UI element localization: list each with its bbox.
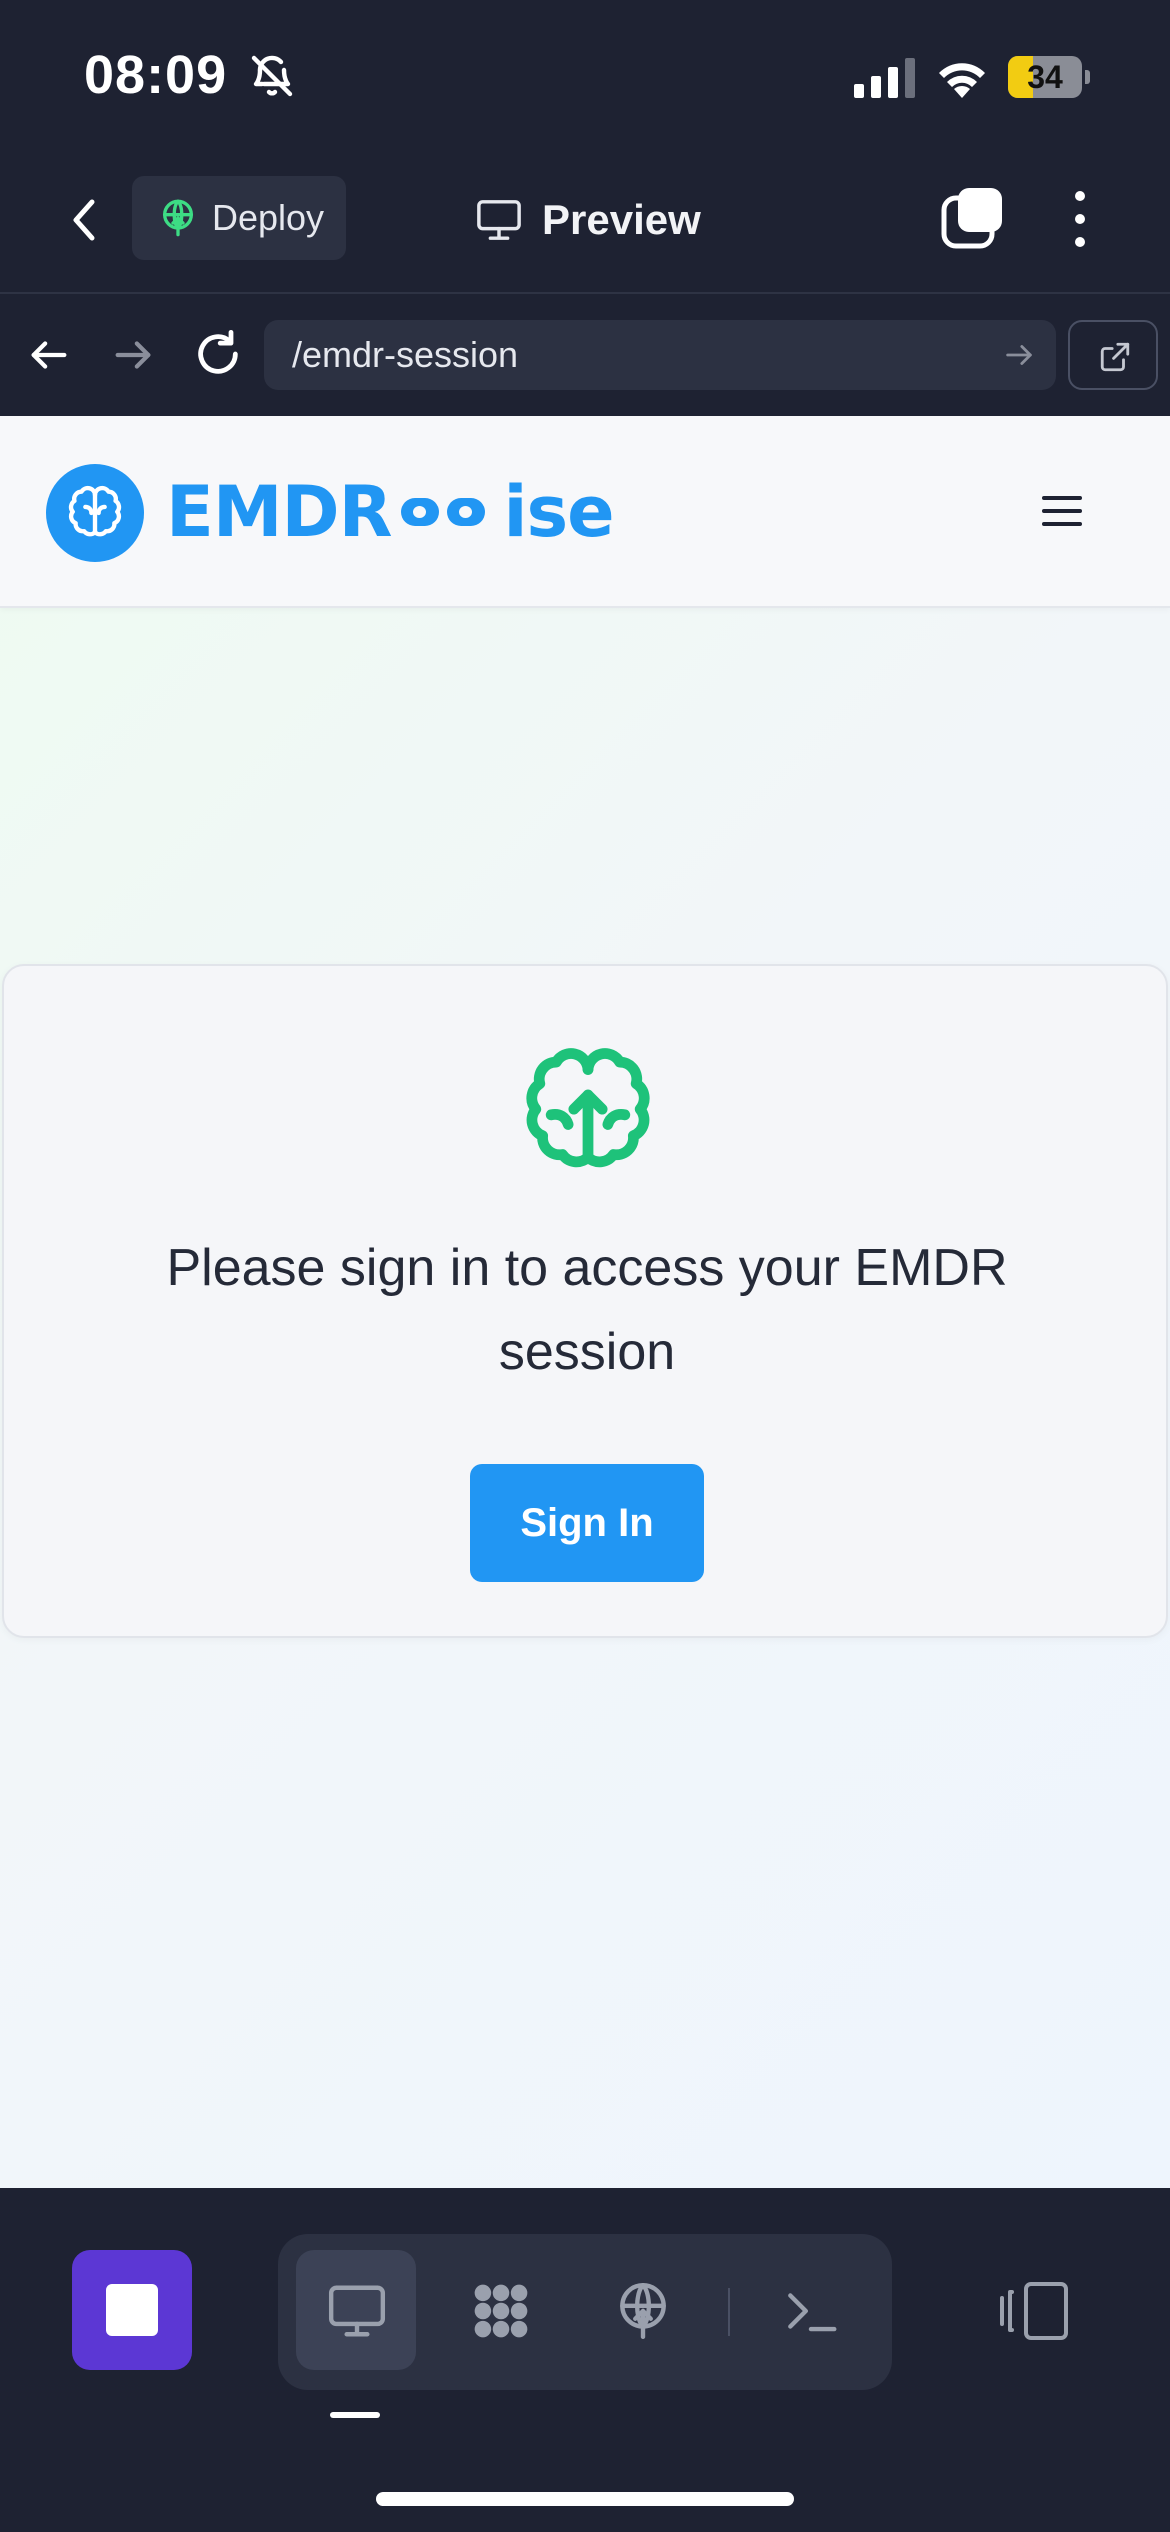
deploy-label: Deploy: [212, 197, 325, 238]
battery-icon: 34: [1008, 56, 1090, 98]
home-indicator: [376, 2492, 794, 2506]
arrow-left-icon[interactable]: [26, 332, 72, 378]
site-logo[interactable]: [46, 464, 144, 562]
status-time: 08:09: [84, 45, 228, 105]
signin-message: Please sign in to access your EMDR sessi…: [166, 1239, 1008, 1381]
back-chevron-icon[interactable]: [60, 190, 110, 250]
monitor-icon: [477, 200, 521, 240]
logo-text-left: EMDR: [166, 471, 392, 553]
stop-icon: [106, 2284, 158, 2336]
tabs-icon[interactable]: [940, 186, 1006, 252]
bottom-bar: [0, 2188, 1170, 2532]
panels-icon[interactable]: [998, 2280, 1072, 2342]
console-tool[interactable]: [750, 2250, 870, 2370]
url-text: /emdr-session: [292, 334, 519, 375]
tool-switcher: [278, 2234, 892, 2390]
stop-button[interactable]: [72, 2250, 192, 2370]
site-logo-text[interactable]: EMDR ise: [166, 466, 615, 558]
battery-level: 34: [1027, 59, 1063, 95]
hamburger-menu-icon[interactable]: [1042, 496, 1082, 528]
more-vertical-icon[interactable]: [1062, 186, 1098, 252]
external-link-icon: [1100, 342, 1130, 372]
deploy-button[interactable]: Deploy: [132, 176, 346, 260]
tool-separator: [728, 2288, 730, 2336]
wifi-icon: [939, 63, 985, 98]
preview-title: Preview: [476, 190, 701, 250]
deploy-tool[interactable]: [582, 2250, 702, 2370]
monitor-icon: [328, 2285, 386, 2337]
site-header: EMDR ise: [0, 416, 1170, 608]
cellular-signal-icon: [854, 58, 915, 98]
brain-icon: [526, 1048, 650, 1168]
active-tab-indicator: [330, 2412, 380, 2418]
app-toolbar: Deploy Preview: [0, 150, 1170, 294]
open-external-button[interactable]: [1068, 320, 1158, 390]
workspace-tool[interactable]: [440, 2250, 560, 2370]
go-arrow-icon[interactable]: [1002, 338, 1036, 372]
brain-icon: [68, 485, 122, 537]
logo-eyes: [401, 498, 493, 526]
url-input[interactable]: /emdr-session: [264, 320, 1056, 390]
sign-in-button[interactable]: Sign In: [470, 1464, 704, 1582]
reload-icon[interactable]: [192, 328, 244, 380]
deploy-icon: [620, 2282, 666, 2340]
status-bar: 08:09 34: [0, 0, 1170, 150]
arrow-right-icon[interactable]: [110, 332, 156, 378]
web-preview: EMDR ise Please sign in to access your E…: [0, 416, 1170, 2188]
preview-label: Preview: [542, 196, 701, 243]
preview-tool[interactable]: [296, 2250, 416, 2370]
terminal-icon: [788, 2293, 837, 2332]
logo-text-right: ise: [503, 471, 614, 553]
url-row: /emdr-session: [0, 296, 1170, 416]
workspace-dots-icon: [474, 2284, 528, 2338]
bell-slash-icon: [251, 55, 293, 97]
signin-card: Please sign in to access your EMDR sessi…: [2, 964, 1168, 1638]
deploy-icon: [163, 199, 193, 237]
